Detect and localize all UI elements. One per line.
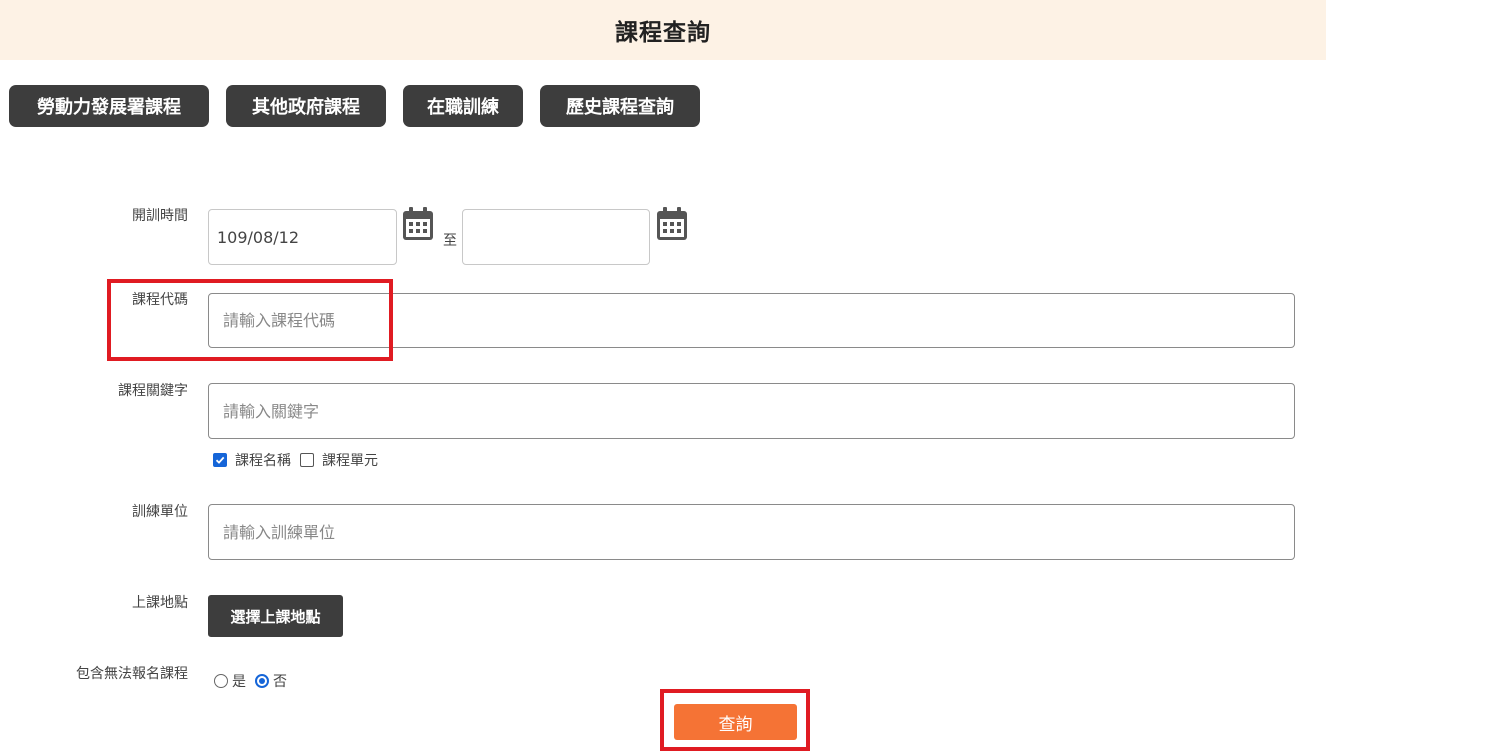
- page-title: 課程查詢: [615, 20, 711, 46]
- start-date-input[interactable]: [215, 226, 396, 248]
- course-name-checkbox[interactable]: [213, 453, 227, 467]
- include-unavailable-options: 是 否: [214, 671, 287, 691]
- course-code-label: 課程代碼: [132, 292, 188, 308]
- include-unavailable-label: 包含無法報名課程: [76, 666, 188, 682]
- start-date-field[interactable]: [208, 209, 397, 265]
- tab-wda-courses[interactable]: 勞動力發展署課程: [9, 85, 209, 127]
- keyword-input[interactable]: [221, 400, 1294, 422]
- location-label: 上課地點: [132, 595, 188, 611]
- course-code-field[interactable]: [208, 293, 1295, 348]
- keyword-label: 課程關鍵字: [118, 383, 188, 399]
- date-separator: 至: [443, 233, 457, 249]
- tab-other-gov-courses[interactable]: 其他政府課程: [226, 85, 386, 127]
- date-label: 開訓時間: [132, 208, 188, 224]
- include-no-label: 否: [273, 674, 287, 690]
- course-name-option-label: 課程名稱: [235, 453, 291, 469]
- course-unit-checkbox[interactable]: [300, 453, 314, 467]
- keyword-field[interactable]: [208, 383, 1295, 439]
- end-date-field[interactable]: [462, 209, 650, 265]
- checkmark-icon: [215, 456, 225, 464]
- training-unit-input[interactable]: [221, 521, 1294, 543]
- search-button[interactable]: 查詢: [674, 704, 797, 740]
- training-unit-label: 訓練單位: [132, 504, 188, 520]
- tab-history-search[interactable]: 歷史課程查詢: [540, 85, 700, 127]
- include-yes-label: 是: [232, 674, 246, 690]
- select-location-button[interactable]: 選擇上課地點: [208, 595, 343, 637]
- calendar-icon[interactable]: [656, 207, 688, 241]
- page-header: 課程查詢: [0, 0, 1326, 60]
- include-no-radio[interactable]: [255, 674, 269, 688]
- include-yes-radio[interactable]: [214, 674, 228, 688]
- course-code-input[interactable]: [221, 310, 1294, 331]
- end-date-input[interactable]: [475, 226, 649, 248]
- keyword-options: 課程名稱 課程單元: [213, 450, 378, 470]
- calendar-icon[interactable]: [402, 207, 434, 241]
- training-unit-field[interactable]: [208, 504, 1295, 560]
- course-unit-option-label: 課程單元: [322, 453, 378, 469]
- tab-on-job-training[interactable]: 在職訓練: [403, 85, 523, 127]
